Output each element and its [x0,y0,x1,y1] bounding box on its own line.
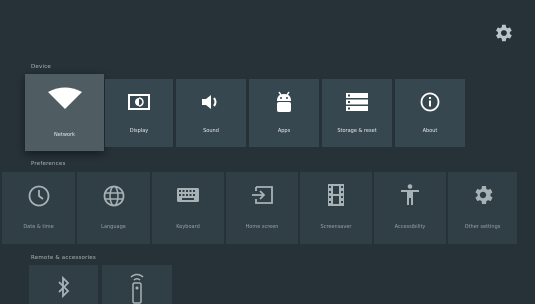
tile-language[interactable]: Language [77,172,150,244]
tile-label: Accessibility [394,224,426,230]
tile-date-time[interactable]: Date & time [2,172,75,244]
film-icon [300,184,372,206]
remote-icon [102,272,172,304]
tile-home-screen[interactable]: Home screen [226,172,298,244]
tile-label: Display [129,128,149,134]
tile-label: Storage & reset [337,128,377,134]
section-title-preferences: Preferences [31,161,66,167]
volume-icon [176,94,246,110]
bluetooth-icon [29,276,98,298]
tile-apps[interactable]: Apps [249,79,319,147]
tile-sound[interactable]: Sound [176,79,246,147]
tile-about[interactable]: About [395,79,465,147]
tile-label: Other settings [464,224,501,230]
tile-other-settings[interactable]: Other settings [448,172,517,244]
tile-label: Apps [277,128,291,134]
tile-accessibility[interactable]: Accessibility [374,172,446,244]
input-icon [226,186,298,204]
tile-display[interactable]: Display [105,79,173,147]
clock-icon [2,185,75,207]
android-icon [249,91,319,113]
section-title-device: Device [31,64,52,70]
tile-bluetooth[interactable] [29,265,98,304]
tile-label: Sound [203,128,219,134]
globe-icon [77,185,150,207]
tile-label: Language [101,224,126,230]
tile-label: Date & time [23,224,54,230]
tile-label: Network [54,132,75,138]
info-icon [395,92,465,112]
tile-label: About [422,128,438,134]
tile-storage[interactable]: Storage & reset [322,79,392,147]
settings-gear-icon[interactable] [491,21,515,45]
accessibility-icon [374,184,446,206]
tile-label: Keyboard [176,224,200,230]
tile-label: Home screen [245,224,279,230]
tile-keyboard[interactable]: Keyboard [152,172,224,244]
tile-label: Screensaver [320,224,352,230]
section-title-remote: Remote & accessories [31,255,96,261]
keyboard-icon [152,188,224,202]
wifi-icon [25,87,104,109]
storage-icon [322,93,392,111]
tile-screensaver[interactable]: Screensaver [300,172,372,244]
display-icon [105,94,173,110]
tile-network[interactable]: Network [25,74,104,151]
tile-remote[interactable] [102,265,172,304]
gear-icon [448,183,517,207]
